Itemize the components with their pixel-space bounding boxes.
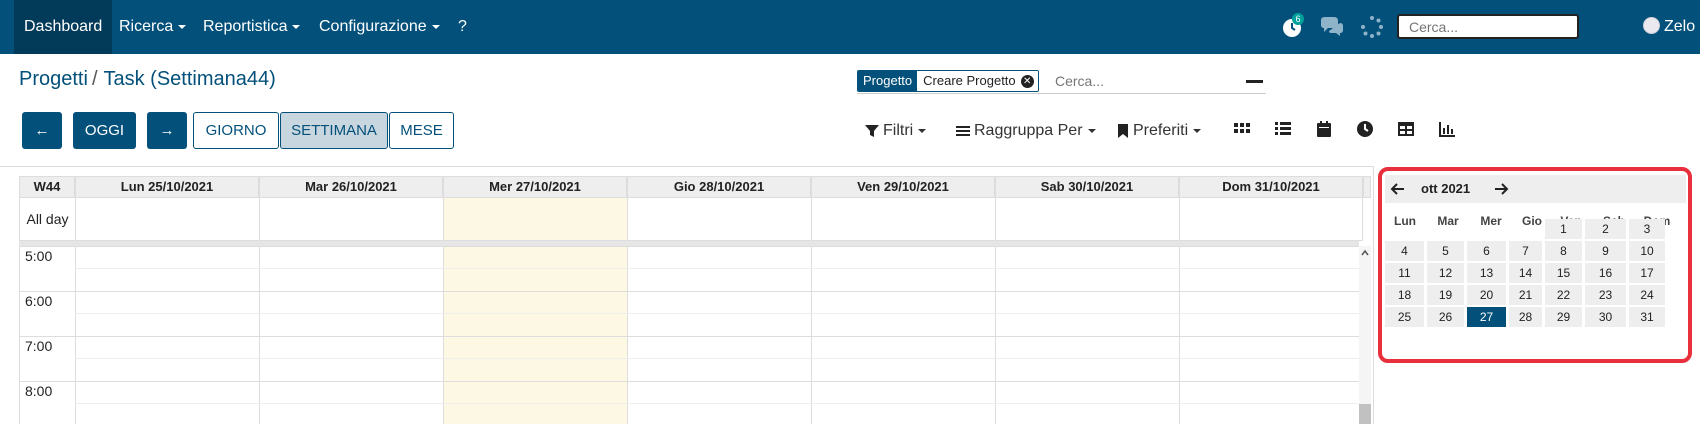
- calendar-icon[interactable]: [1315, 120, 1333, 138]
- caret-down-icon: [1087, 129, 1096, 133]
- time-label: 7:00: [25, 338, 53, 354]
- half-hour-line: [75, 313, 1359, 314]
- day-header-wed: Mer 27/10/2021: [443, 176, 627, 198]
- allday-slot[interactable]: [75, 198, 259, 241]
- allday-slot[interactable]: [627, 198, 811, 241]
- bookmark-icon: [1118, 124, 1128, 138]
- time-label: 8:00: [25, 383, 53, 399]
- day-column[interactable]: [627, 246, 811, 424]
- top-navbar: Dashboard Ricerca Reportistica Configura…: [0, 0, 1700, 54]
- menu-label: Ricerca: [119, 18, 174, 35]
- grid-scrollbar[interactable]: [1359, 246, 1371, 424]
- menu-configurazione[interactable]: Configurazione: [319, 0, 440, 54]
- day-header-sun: Dom 31/10/2021: [1179, 176, 1363, 198]
- week-number-header: W44: [19, 176, 75, 198]
- search-facet: Progetto Creare Progetto ✕: [857, 70, 1039, 92]
- time-label: 5:00: [25, 248, 53, 264]
- allday-slot-today[interactable]: [443, 198, 627, 241]
- caret-down-icon: [292, 24, 301, 29]
- hour-line: [19, 381, 1359, 382]
- facet-value-wrap: Creare Progetto ✕: [917, 71, 1038, 91]
- day-column[interactable]: [1179, 246, 1363, 424]
- filters-button[interactable]: Filtri: [864, 119, 927, 143]
- graph-icon[interactable]: [1438, 120, 1456, 138]
- menu-dashboard[interactable]: Dashboard: [14, 0, 113, 54]
- half-hour-line: [75, 358, 1359, 359]
- breadcrumb-separator: /: [91, 68, 98, 90]
- user-avatar[interactable]: [1643, 17, 1660, 34]
- facet-remove-icon[interactable]: ✕: [1020, 74, 1034, 88]
- list-icon[interactable]: [1274, 120, 1292, 138]
- day-column[interactable]: [259, 246, 443, 424]
- week-calendar-grid: W44 Lun 25/10/2021 Mar 26/10/2021 Mer 27…: [19, 176, 1371, 424]
- groupby-button[interactable]: Raggruppa Per: [955, 119, 1096, 143]
- facet-value: Creare Progetto: [923, 73, 1016, 88]
- groupby-label: Raggruppa Per: [974, 122, 1083, 139]
- facet-category: Progetto: [858, 71, 918, 91]
- day-column[interactable]: [995, 246, 1179, 424]
- half-hour-line: [75, 403, 1359, 404]
- breadcrumb-parent[interactable]: Progetti: [19, 68, 88, 90]
- allday-slot[interactable]: [259, 198, 443, 241]
- half-hour-line: [75, 268, 1359, 269]
- allday-label: All day: [19, 198, 75, 241]
- day-column[interactable]: [811, 246, 995, 424]
- menu-help[interactable]: ?: [458, 0, 467, 54]
- day-header-sat: Sab 30/10/2021: [995, 176, 1179, 198]
- scroll-up-icon[interactable]: [1361, 249, 1369, 257]
- next-button[interactable]: →: [147, 112, 187, 149]
- mini-calendar-highlight: [1378, 167, 1692, 363]
- allday-slot[interactable]: [811, 198, 995, 241]
- user-name[interactable]: Zelo: [1664, 0, 1695, 54]
- hour-line: [19, 336, 1359, 337]
- caret-down-icon: [918, 129, 927, 133]
- day-column[interactable]: [75, 246, 259, 424]
- menu-label: Configurazione: [319, 18, 427, 35]
- breadcrumb: Progetti / Task (Settimana44): [19, 68, 276, 91]
- caret-down-icon: [1193, 129, 1202, 133]
- breadcrumb-current: Task (Settimana44): [103, 68, 276, 90]
- allday-slot[interactable]: [1179, 198, 1363, 241]
- filters-label: Filtri: [883, 122, 914, 139]
- day-header-fri: Ven 29/10/2021: [811, 176, 995, 198]
- pivot-icon[interactable]: [1397, 120, 1415, 138]
- menu-ricerca[interactable]: Ricerca: [119, 0, 187, 54]
- menu-reportistica[interactable]: Reportistica: [203, 0, 301, 54]
- search-input[interactable]: [1055, 71, 1205, 91]
- navbar-search-input[interactable]: [1397, 14, 1579, 39]
- scale-day-button[interactable]: GIORNO: [193, 112, 279, 149]
- menu-label: Reportistica: [203, 18, 288, 35]
- chat-icon[interactable]: [1319, 14, 1345, 40]
- scale-month-button[interactable]: MESE: [389, 112, 454, 149]
- kanban-icon[interactable]: [1233, 120, 1251, 138]
- header-scroll-gap: [1363, 176, 1371, 198]
- bars-icon: [956, 126, 970, 136]
- favorites-label: Preferiti: [1133, 122, 1189, 139]
- day-header-mon: Lun 25/10/2021: [75, 176, 259, 198]
- activity-badge: 6: [1292, 13, 1304, 25]
- day-header-tue: Mar 26/10/2021: [259, 176, 443, 198]
- day-column-today[interactable]: [443, 246, 627, 424]
- hour-line: [19, 246, 1359, 247]
- caret-down-icon: [431, 24, 440, 29]
- today-button[interactable]: OGGI: [73, 112, 136, 149]
- activity-icon[interactable]: [1356, 120, 1374, 138]
- search-options-toggle[interactable]: [1246, 80, 1263, 83]
- filter-icon: [865, 125, 879, 137]
- hour-line: [19, 291, 1359, 292]
- loading-spinner-icon: [1361, 16, 1383, 38]
- favorites-button[interactable]: Preferiti: [1116, 119, 1202, 143]
- search-bar: Progetto Creare Progetto ✕: [857, 70, 1266, 94]
- time-label: 6:00: [25, 293, 53, 309]
- scrollbar-thumb[interactable]: [1359, 404, 1371, 424]
- allday-slot[interactable]: [995, 198, 1179, 241]
- caret-down-icon: [178, 24, 187, 29]
- scale-week-button[interactable]: SETTIMANA: [280, 112, 388, 149]
- prev-button[interactable]: ←: [22, 112, 62, 149]
- day-header-thu: Gio 28/10/2021: [627, 176, 811, 198]
